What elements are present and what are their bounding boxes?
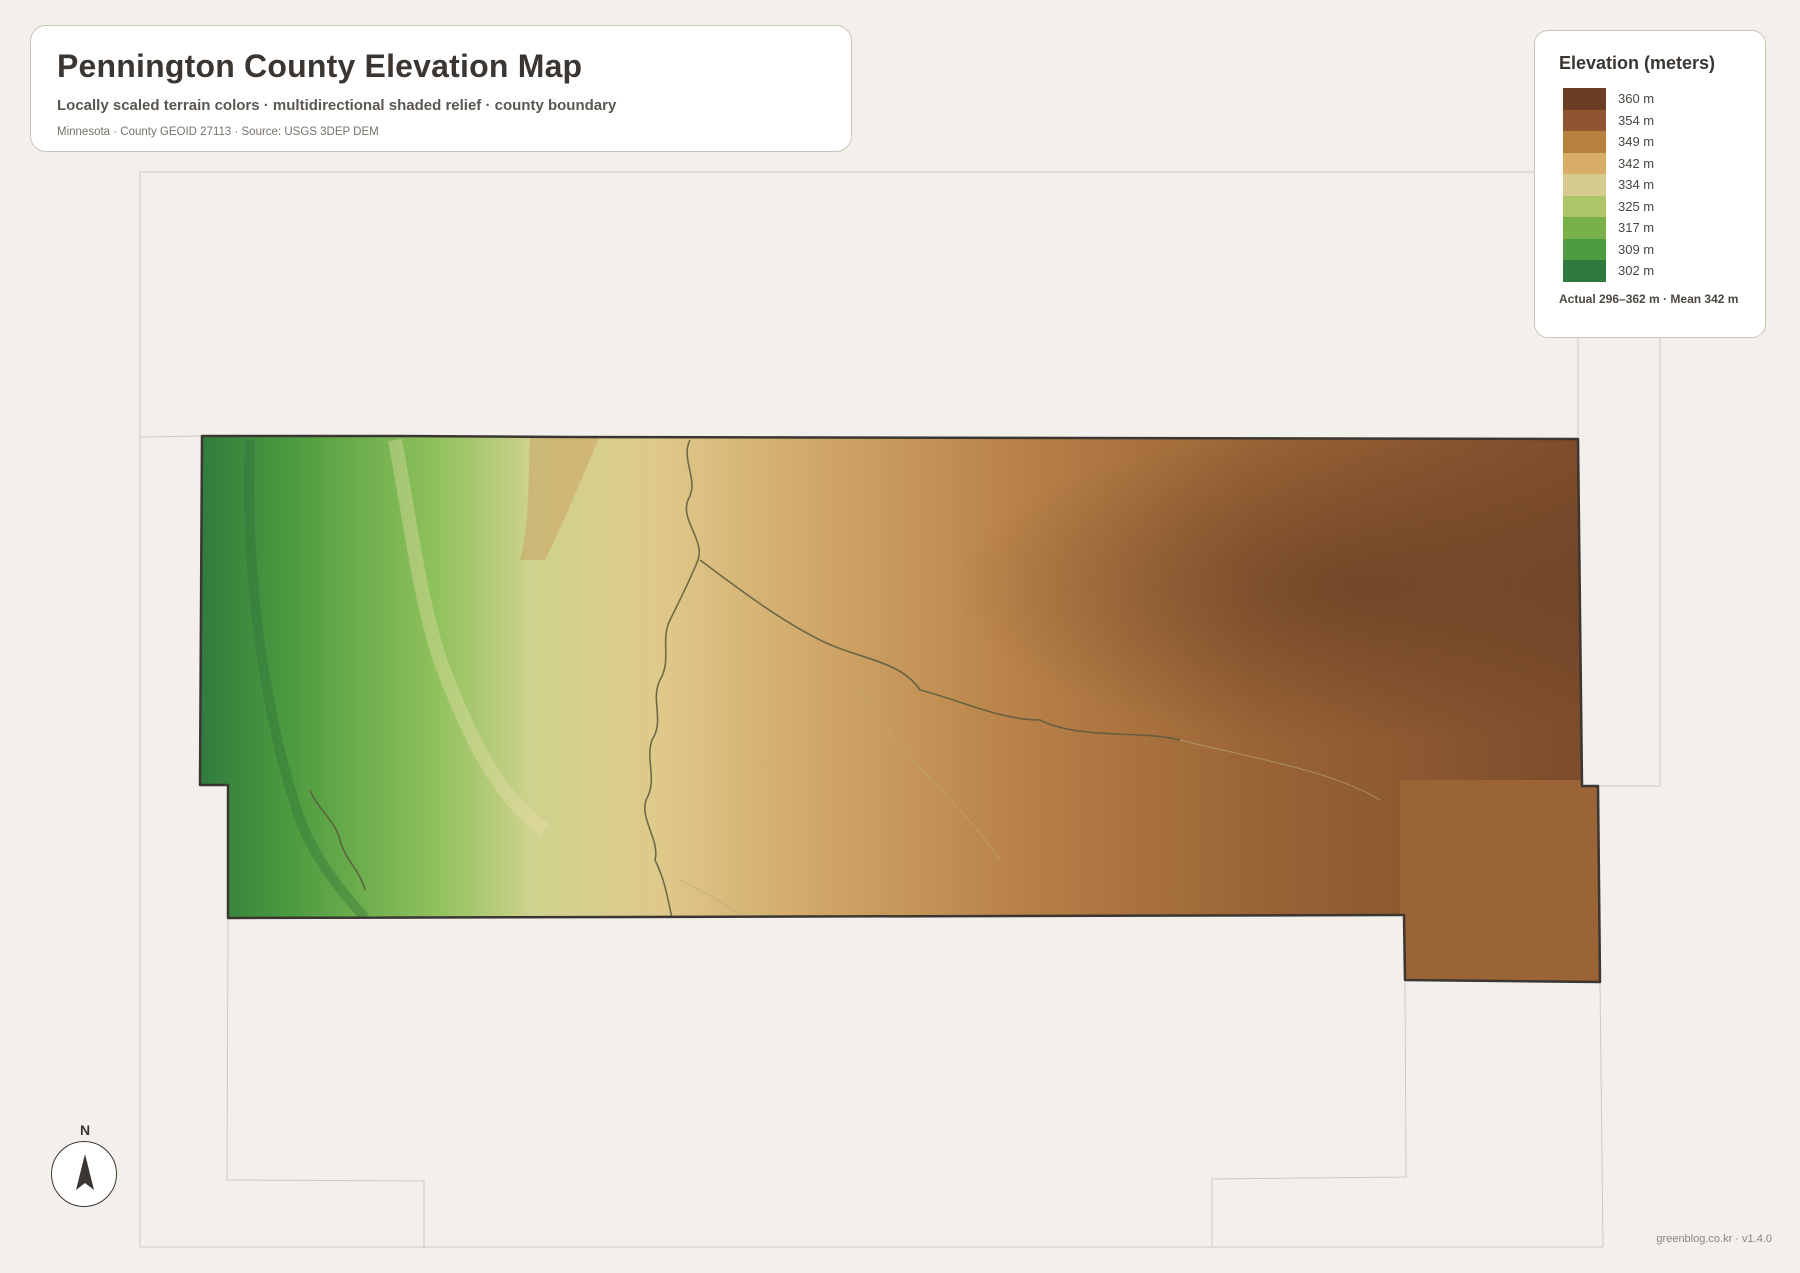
legend-title: Elevation (meters) (1559, 53, 1716, 73)
legend-item: 309 m (1563, 238, 1741, 260)
legend-label: 360 m (1618, 91, 1655, 107)
legend-stats: Actual 296–362 m · Mean 342 m (1559, 291, 1739, 306)
north-arrow: N (51, 1122, 117, 1207)
credit-text: greenblog.co.kr · v1.4.0 (1656, 1233, 1772, 1245)
legend-label: 354 m (1618, 112, 1655, 128)
title-card: Pennington County Elevation Map Locally … (30, 25, 852, 152)
legend-item: 342 m (1563, 152, 1741, 174)
north-arrow-icon (76, 1154, 94, 1190)
map-subtitle: Locally scaled terrain colors · multidir… (57, 97, 617, 114)
legend-items: 360 m 354 m 349 m 342 m 334 m 325 m 317 … (1559, 88, 1741, 282)
map-title: Pennington County Elevation Map (57, 48, 583, 84)
legend-swatch (1563, 131, 1606, 153)
legend-swatch (1563, 109, 1606, 131)
legend-swatch (1563, 238, 1606, 260)
elevation-map (139, 171, 1661, 1248)
legend-item: 317 m (1563, 217, 1741, 239)
legend-label: 349 m (1618, 134, 1655, 150)
legend-label: 325 m (1618, 198, 1655, 214)
legend-swatch (1563, 195, 1606, 217)
legend-swatch (1563, 174, 1606, 196)
legend-label: 317 m (1618, 220, 1655, 236)
map-source: Minnesota · County GEOID 27113 · Source:… (57, 126, 379, 138)
compass-north-label: N (79, 1122, 91, 1138)
legend-label: 309 m (1618, 241, 1655, 257)
legend-item: 360 m (1563, 88, 1741, 110)
legend-label: 334 m (1618, 177, 1655, 193)
legend-label: 302 m (1618, 263, 1655, 279)
legend-item: 302 m (1563, 260, 1741, 282)
legend-swatch (1563, 217, 1606, 239)
legend-swatch (1563, 88, 1606, 110)
legend-item: 325 m (1563, 195, 1741, 217)
legend-item: 354 m (1563, 109, 1741, 131)
legend-item: 334 m (1563, 174, 1741, 196)
legend-swatch (1563, 260, 1606, 282)
legend-label: 342 m (1618, 155, 1655, 171)
legend-item: 349 m (1563, 131, 1741, 153)
terrain-relief (200, 436, 1600, 982)
elevation-legend: Elevation (meters) 360 m 354 m 349 m 342… (1534, 30, 1766, 338)
legend-swatch (1563, 152, 1606, 174)
